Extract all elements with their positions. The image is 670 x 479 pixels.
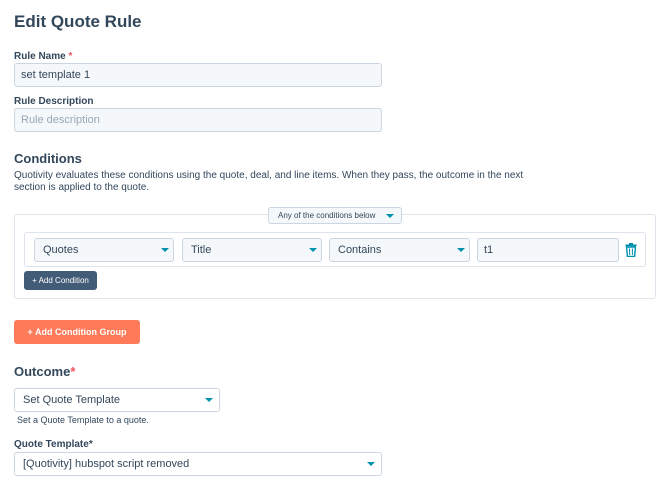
condition-operator-value: Contains: [338, 244, 382, 256]
chevron-down-icon: [205, 398, 213, 402]
conditions-description-line-1: Quotivity evaluates these conditions usi…: [14, 170, 524, 181]
trash-icon[interactable]: [625, 243, 637, 257]
rule-description-label: Rule Description: [14, 96, 94, 107]
add-condition-button[interactable]: + Add Condition: [24, 271, 97, 290]
quote-template-value: [Quotivity] hubspot script removed: [23, 458, 190, 470]
chevron-down-icon: [457, 248, 465, 252]
condition-property-dropdown[interactable]: Title: [182, 238, 322, 262]
rule-description-input[interactable]: [14, 108, 382, 132]
required-mark: *: [70, 364, 76, 379]
match-type-dropdown[interactable]: Any of the conditions below: [268, 207, 402, 224]
page-title: Edit Quote Rule: [14, 12, 142, 31]
condition-object-value: Quotes: [43, 244, 79, 256]
condition-row: Quotes Title Contains: [24, 232, 646, 267]
conditions-heading: Conditions: [14, 151, 82, 166]
chevron-down-icon: [309, 248, 317, 252]
match-type-value: Any of the conditions below: [278, 211, 376, 220]
outcome-heading-text: Outcome: [14, 364, 71, 379]
outcome-help-text: Set a Quote Template to a quote.: [17, 415, 149, 425]
rule-name-input[interactable]: [14, 63, 382, 87]
condition-operator-dropdown[interactable]: Contains: [329, 238, 470, 262]
condition-value-input[interactable]: [477, 238, 619, 262]
chevron-down-icon: [161, 248, 169, 252]
chevron-down-icon: [386, 214, 394, 218]
condition-object-dropdown[interactable]: Quotes: [34, 238, 174, 262]
conditions-description: Quotivity evaluates these conditions usi…: [14, 170, 574, 194]
rule-name-label-text: Rule Name: [14, 51, 66, 62]
conditions-description-line-2: section is applied to the quote.: [14, 182, 150, 193]
outcome-dropdown-value: Set Quote Template: [23, 394, 121, 406]
outcome-heading: Outcome*: [14, 364, 75, 379]
condition-property-value: Title: [191, 244, 212, 256]
quote-template-dropdown[interactable]: [Quotivity] hubspot script removed: [14, 452, 382, 476]
add-condition-group-button[interactable]: + Add Condition Group: [14, 320, 140, 344]
chevron-down-icon: [367, 462, 375, 466]
quote-template-label: Quote Template*: [14, 439, 93, 450]
rule-name-label: Rule Name *: [14, 51, 72, 62]
required-mark: *: [68, 51, 73, 62]
outcome-dropdown[interactable]: Set Quote Template: [14, 388, 220, 412]
